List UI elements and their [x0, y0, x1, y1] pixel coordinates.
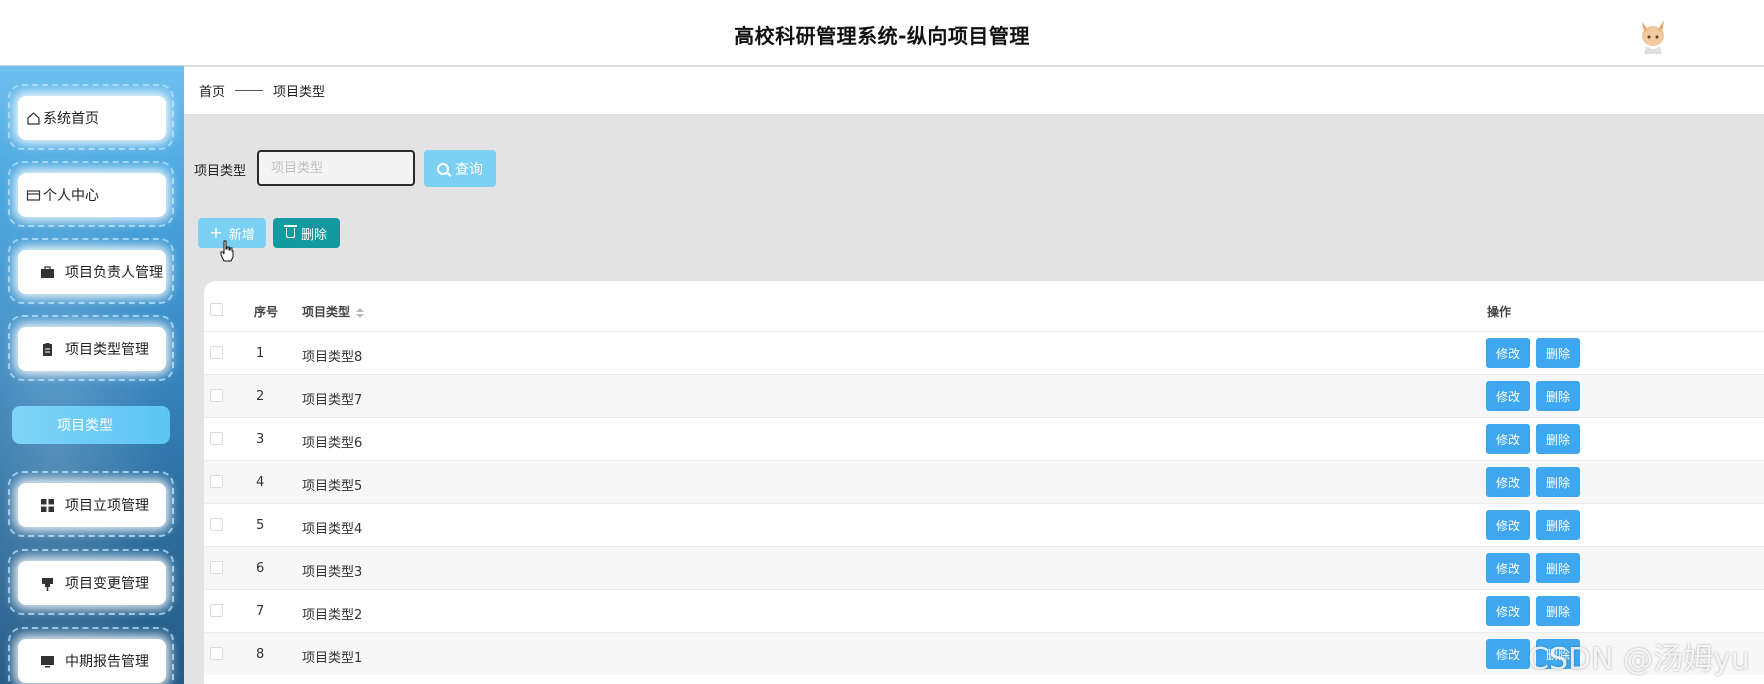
watermark: CSDN @汤姆yu [1528, 642, 1750, 677]
row-project-type: 项目类型4 [302, 522, 363, 537]
monitor-icon [40, 654, 55, 669]
row-project-type: 项目类型6 [302, 436, 363, 451]
delete-button[interactable]: 删除 [1536, 510, 1580, 540]
row-index: 8 [256, 647, 265, 662]
delete-button[interactable]: 删除 [1536, 338, 1580, 368]
page-title: 高校科研管理系统-纵向项目管理 [734, 24, 1030, 48]
row-checkbox[interactable] [210, 389, 223, 402]
grid-icon [40, 498, 55, 513]
breadcrumb-home[interactable]: 首页 [199, 81, 225, 100]
breadcrumb-separator [235, 90, 264, 91]
breadcrumb: 首页 项目类型 [184, 67, 1764, 114]
row-checkbox[interactable] [210, 647, 223, 660]
plus-icon: + [209, 223, 223, 242]
row-checkbox[interactable] [210, 561, 223, 574]
sidebar-item-label: 项目立项管理 [65, 498, 149, 514]
submenu-item-label: 项目类型 [57, 418, 113, 434]
table-row: 5 项目类型4 修改 删除 [204, 503, 1764, 546]
row-index: 3 [256, 432, 265, 447]
delete-button[interactable]: 删除 [1536, 424, 1580, 454]
pin-icon [40, 576, 55, 591]
home-icon [26, 111, 41, 126]
edit-button[interactable]: 修改 [1486, 381, 1530, 411]
hand-cursor-icon [220, 240, 234, 262]
row-project-type: 项目类型3 [302, 565, 363, 580]
delete-button[interactable]: 删除 [1536, 467, 1580, 497]
sidebar-item-home[interactable]: 系统首页 [8, 84, 174, 150]
edit-button[interactable]: 修改 [1486, 424, 1530, 454]
header-project-type[interactable]: 项目类型 [302, 303, 365, 320]
sidebar-item-change-management[interactable]: 项目变更管理 [8, 549, 174, 615]
table-row: 6 项目类型3 修改 删除 [204, 546, 1764, 589]
row-project-type: 项目类型1 [302, 651, 363, 666]
row-project-type: 项目类型7 [302, 393, 363, 408]
edit-button[interactable]: 修改 [1486, 467, 1530, 497]
table-row: 3 项目类型6 修改 删除 [204, 417, 1764, 460]
sort-icon[interactable] [356, 307, 365, 318]
row-index: 5 [256, 518, 265, 533]
avatar[interactable] [1634, 14, 1672, 54]
header-project-type-label: 项目类型 [302, 305, 351, 319]
row-project-type: 项目类型5 [302, 479, 363, 494]
select-all-checkbox[interactable] [210, 303, 223, 316]
sidebar-item-label: 个人中心 [43, 188, 99, 204]
search-button[interactable]: 查询 [424, 150, 496, 187]
table-row: 2 项目类型7 修改 删除 [204, 374, 1764, 417]
row-project-type: 项目类型2 [302, 608, 363, 623]
sidebar-item-label: 系统首页 [43, 111, 99, 127]
table-row: 7 项目类型2 修改 删除 [204, 589, 1764, 632]
row-checkbox[interactable] [210, 518, 223, 531]
card-icon [26, 188, 41, 203]
table-header: 序号 项目类型 操作 [204, 281, 1764, 331]
search-button-label: 查询 [455, 161, 483, 178]
delete-button[interactable]: 删除 [1536, 381, 1580, 411]
sidebar-item-type-management[interactable]: 项目类型管理 [8, 315, 174, 381]
row-checkbox[interactable] [210, 475, 223, 488]
header-index: 序号 [254, 305, 279, 319]
row-checkbox[interactable] [210, 604, 223, 617]
trash-icon [283, 225, 297, 238]
top-header: 高校科研管理系统-纵向项目管理 [0, 0, 1764, 66]
delete-button[interactable]: 删除 [1536, 553, 1580, 583]
delete-button[interactable]: 删除 [1536, 596, 1580, 626]
sidebar-item-midterm-report[interactable]: 中期报告管理 [8, 627, 174, 684]
row-index: 2 [256, 389, 265, 404]
sidebar-item-label: 项目类型管理 [65, 342, 149, 358]
batch-delete-button[interactable]: 删除 [273, 218, 340, 248]
edit-button[interactable]: 修改 [1486, 639, 1530, 669]
table-row: 4 项目类型5 修改 删除 [204, 460, 1764, 503]
sidebar-item-label: 中期报告管理 [65, 654, 149, 670]
clipboard-icon [40, 342, 55, 357]
header-operations: 操作 [1487, 305, 1512, 319]
briefcase-icon [40, 265, 55, 280]
row-index: 6 [256, 561, 265, 576]
sidebar-item-leader-management[interactable]: 项目负责人管理 [8, 238, 174, 304]
search-label: 项目类型 [194, 164, 247, 179]
row-index: 4 [256, 475, 265, 490]
search-icon [437, 162, 449, 175]
edit-button[interactable]: 修改 [1486, 510, 1530, 540]
edit-button[interactable]: 修改 [1486, 553, 1530, 583]
data-table: 序号 项目类型 操作 1 项目类型8 修改 删除 2 项目类型7 修改 删除 3 项目类型6 修改删… [204, 281, 1764, 684]
row-checkbox[interactable] [210, 346, 223, 359]
breadcrumb-current: 项目类型 [273, 85, 326, 100]
row-index: 1 [256, 346, 265, 361]
edit-button[interactable]: 修改 [1486, 338, 1530, 368]
row-project-type: 项目类型8 [302, 350, 363, 365]
table-row: 1 项目类型8 修改 删除 [204, 331, 1764, 374]
sidebar-item-personal-center[interactable]: 个人中心 [8, 161, 174, 227]
edit-button[interactable]: 修改 [1486, 596, 1530, 626]
submenu-item-project-type[interactable]: 项目类型 [12, 406, 170, 444]
sidebar: 系统首页 个人中心 项目负责人管理 项目类型管理 项目类型 项目立项管理 项目变… [0, 66, 184, 684]
batch-delete-label: 删除 [300, 227, 327, 243]
sidebar-item-label: 项目变更管理 [65, 576, 149, 592]
search-input[interactable] [257, 150, 415, 186]
row-checkbox[interactable] [210, 432, 223, 445]
sidebar-item-approval-management[interactable]: 项目立项管理 [8, 471, 174, 537]
sidebar-item-label: 项目负责人管理 [65, 265, 163, 281]
row-index: 7 [256, 604, 265, 619]
